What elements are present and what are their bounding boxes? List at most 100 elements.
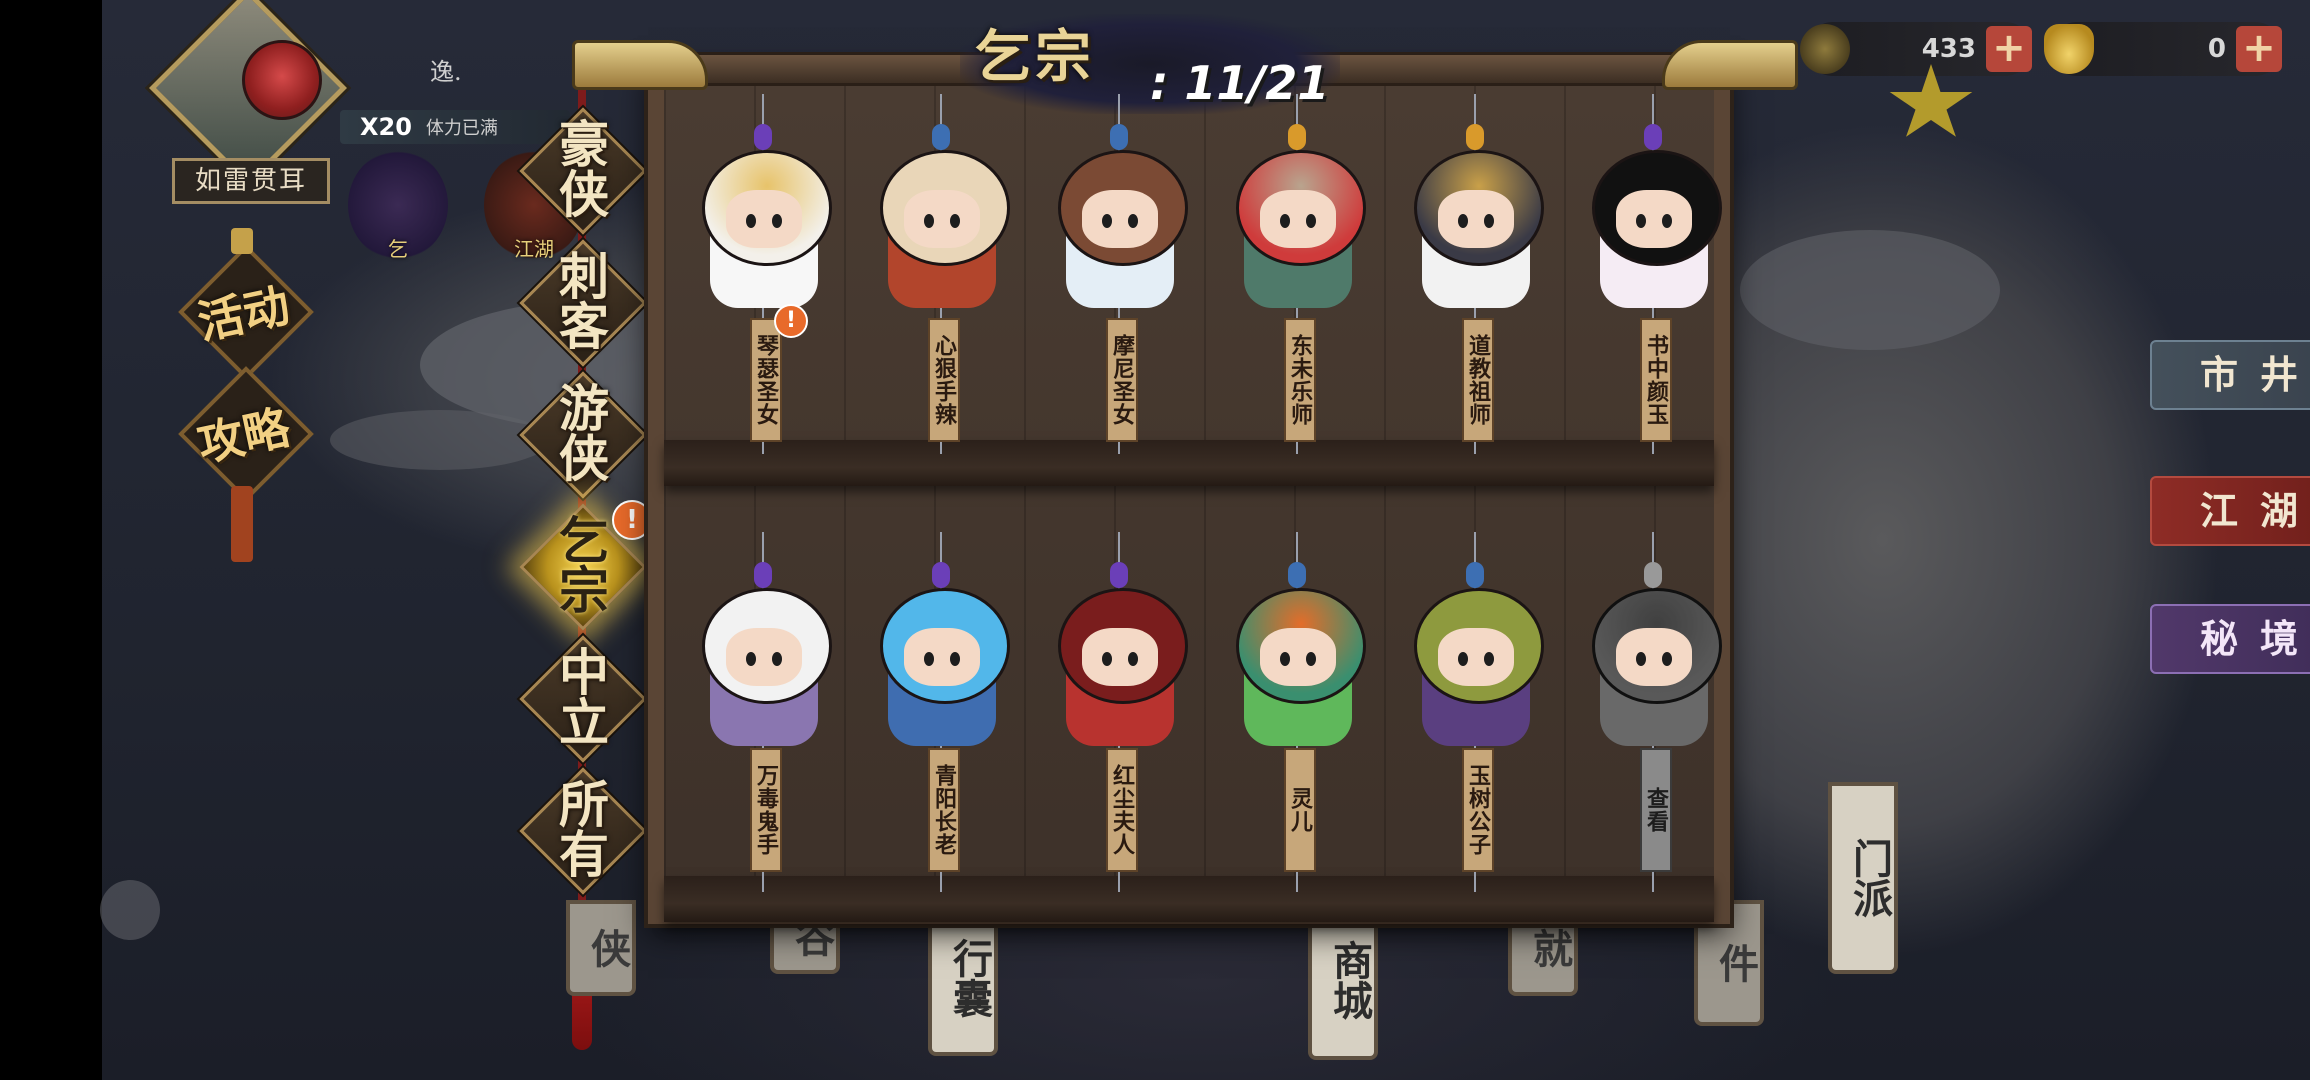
character-face [1260, 628, 1336, 686]
bead-ornament [1288, 562, 1306, 588]
character-eye [1128, 652, 1138, 666]
character-name-tag: 东未乐师 [1284, 318, 1316, 442]
character-face [904, 190, 980, 248]
character-card[interactable]: 玉树公子 [1388, 532, 1564, 892]
tab-label: 刺客 [520, 240, 640, 354]
nav-market-button[interactable]: 市井 [2150, 340, 2310, 410]
character-card[interactable]: 红尘夫人 [1032, 532, 1208, 892]
tab-label: 所有 [520, 768, 640, 882]
character-face [726, 190, 802, 248]
character-face [1616, 628, 1692, 686]
nav-jianghu-button[interactable]: 江湖 [2150, 476, 2310, 546]
character-name-tag: 琴瑟圣女 [750, 318, 782, 442]
cloud-decoration [100, 880, 160, 940]
gold-currency: 0 + [2044, 22, 2282, 76]
character-name-tag: 万毒鬼手 [750, 748, 782, 872]
player-name: 逸. [430, 58, 462, 86]
character-card[interactable]: 心狠手辣 [854, 94, 1030, 454]
leaf-icon [1800, 24, 1850, 74]
character-eye [746, 214, 756, 228]
add-leaf-button[interactable]: + [1986, 26, 2032, 72]
character-eye [1662, 652, 1672, 666]
tab-label-text: 游侠 [551, 382, 610, 482]
tab-label-text: 豪侠 [551, 118, 610, 218]
bead-ornament [754, 124, 772, 150]
character-eye [1662, 214, 1672, 228]
tab-suoyou[interactable]: 所有 [519, 767, 647, 895]
character-name-tag: 青阳长老 [928, 748, 960, 872]
tab-haoxia[interactable]: 豪侠 [519, 107, 647, 235]
bead-ornament [1644, 562, 1662, 588]
sign-sect[interactable]: 门派 [1828, 782, 1898, 974]
character-name-tag: 查看 [1640, 748, 1672, 872]
character-eye [1484, 214, 1494, 228]
tab-cike[interactable]: 刺客 [519, 239, 647, 367]
bead-ornament [1644, 124, 1662, 150]
character-card[interactable]: 道教祖师 [1388, 94, 1564, 454]
guide-button[interactable]: 攻略 [178, 366, 314, 502]
character-eye [1306, 214, 1316, 228]
sign-hero[interactable]: 侠 [566, 900, 636, 996]
leaf-currency: 433 + [1800, 22, 2032, 76]
character-name-tag: 摩尼圣女 [1106, 318, 1138, 442]
bead-ornament [1110, 124, 1128, 150]
character-eye [1280, 652, 1290, 666]
stamina-status: 体力已满 [425, 118, 498, 139]
character-eye [950, 652, 960, 666]
character-eye [772, 652, 782, 666]
character-eye [924, 652, 934, 666]
character-face [726, 628, 802, 686]
tab-label-text: 刺客 [551, 250, 610, 350]
bead-ornament [932, 562, 950, 588]
tassel-decoration [231, 486, 253, 562]
character-card[interactable]: 万毒鬼手 [676, 532, 852, 892]
character-card[interactable]: 东未乐师 [1210, 94, 1386, 454]
character-eye [1636, 652, 1646, 666]
character-face [904, 628, 980, 686]
character-card[interactable]: 书中颜玉 [1566, 94, 1742, 454]
bowl-item-icon[interactable]: 乞 [348, 150, 448, 261]
character-locked-card[interactable]: 查看 [1566, 532, 1742, 892]
character-card[interactable]: 摩尼圣女 [1032, 94, 1208, 454]
character-card[interactable]: 青阳长老 [854, 532, 1030, 892]
tab-zhongli[interactable]: 中立 [519, 635, 647, 763]
character-eye [1306, 652, 1316, 666]
character-card[interactable]: 灵儿 [1210, 532, 1386, 892]
tab-label-text: 乞宗 [551, 514, 610, 614]
nav-secret-realm-button[interactable]: 秘境 [2150, 604, 2310, 674]
tab-label: 游侠 [520, 372, 640, 486]
character-name-tag: 红尘夫人 [1106, 748, 1138, 872]
add-gold-button[interactable]: + [2236, 26, 2282, 72]
avatar [242, 40, 322, 120]
character-eye [1484, 652, 1494, 666]
ornament-shape [572, 40, 708, 90]
tab-label: 豪侠 [520, 108, 640, 222]
tab-youxia[interactable]: 游侠 [519, 371, 647, 499]
character-face [1438, 628, 1514, 686]
character-eye [1128, 214, 1138, 228]
tassel-decoration [231, 228, 253, 254]
cabinet-corner-ornament [1662, 40, 1798, 90]
character-eye [746, 652, 756, 666]
character-eye [1636, 214, 1646, 228]
tab-qizong[interactable]: 乞宗 ! [519, 500, 652, 631]
character-eye [1458, 214, 1468, 228]
ornament-shape [1662, 40, 1798, 90]
character-eye [924, 214, 934, 228]
gold-ingot-icon [2044, 24, 2094, 74]
character-face [1616, 190, 1692, 248]
cloud-decoration [330, 410, 550, 470]
stamina-multiplier: X20 [360, 113, 412, 141]
activity-button[interactable]: 活动 [178, 244, 314, 380]
character-eye [1280, 214, 1290, 228]
character-name-tag: 玉树公子 [1462, 748, 1494, 872]
leaf-value: 433 [1921, 34, 1976, 64]
character-eye [772, 214, 782, 228]
bead-ornament [1288, 124, 1306, 150]
player-title: 如雷贯耳 [172, 158, 330, 204]
character-card[interactable]: 琴瑟圣女 ! [676, 94, 852, 454]
activity-label: 活动 [193, 277, 295, 350]
character-alert-badge: ! [774, 304, 808, 338]
sign-shop[interactable]: 商城 [1308, 900, 1378, 1060]
tab-label-text: 所有 [551, 778, 610, 878]
